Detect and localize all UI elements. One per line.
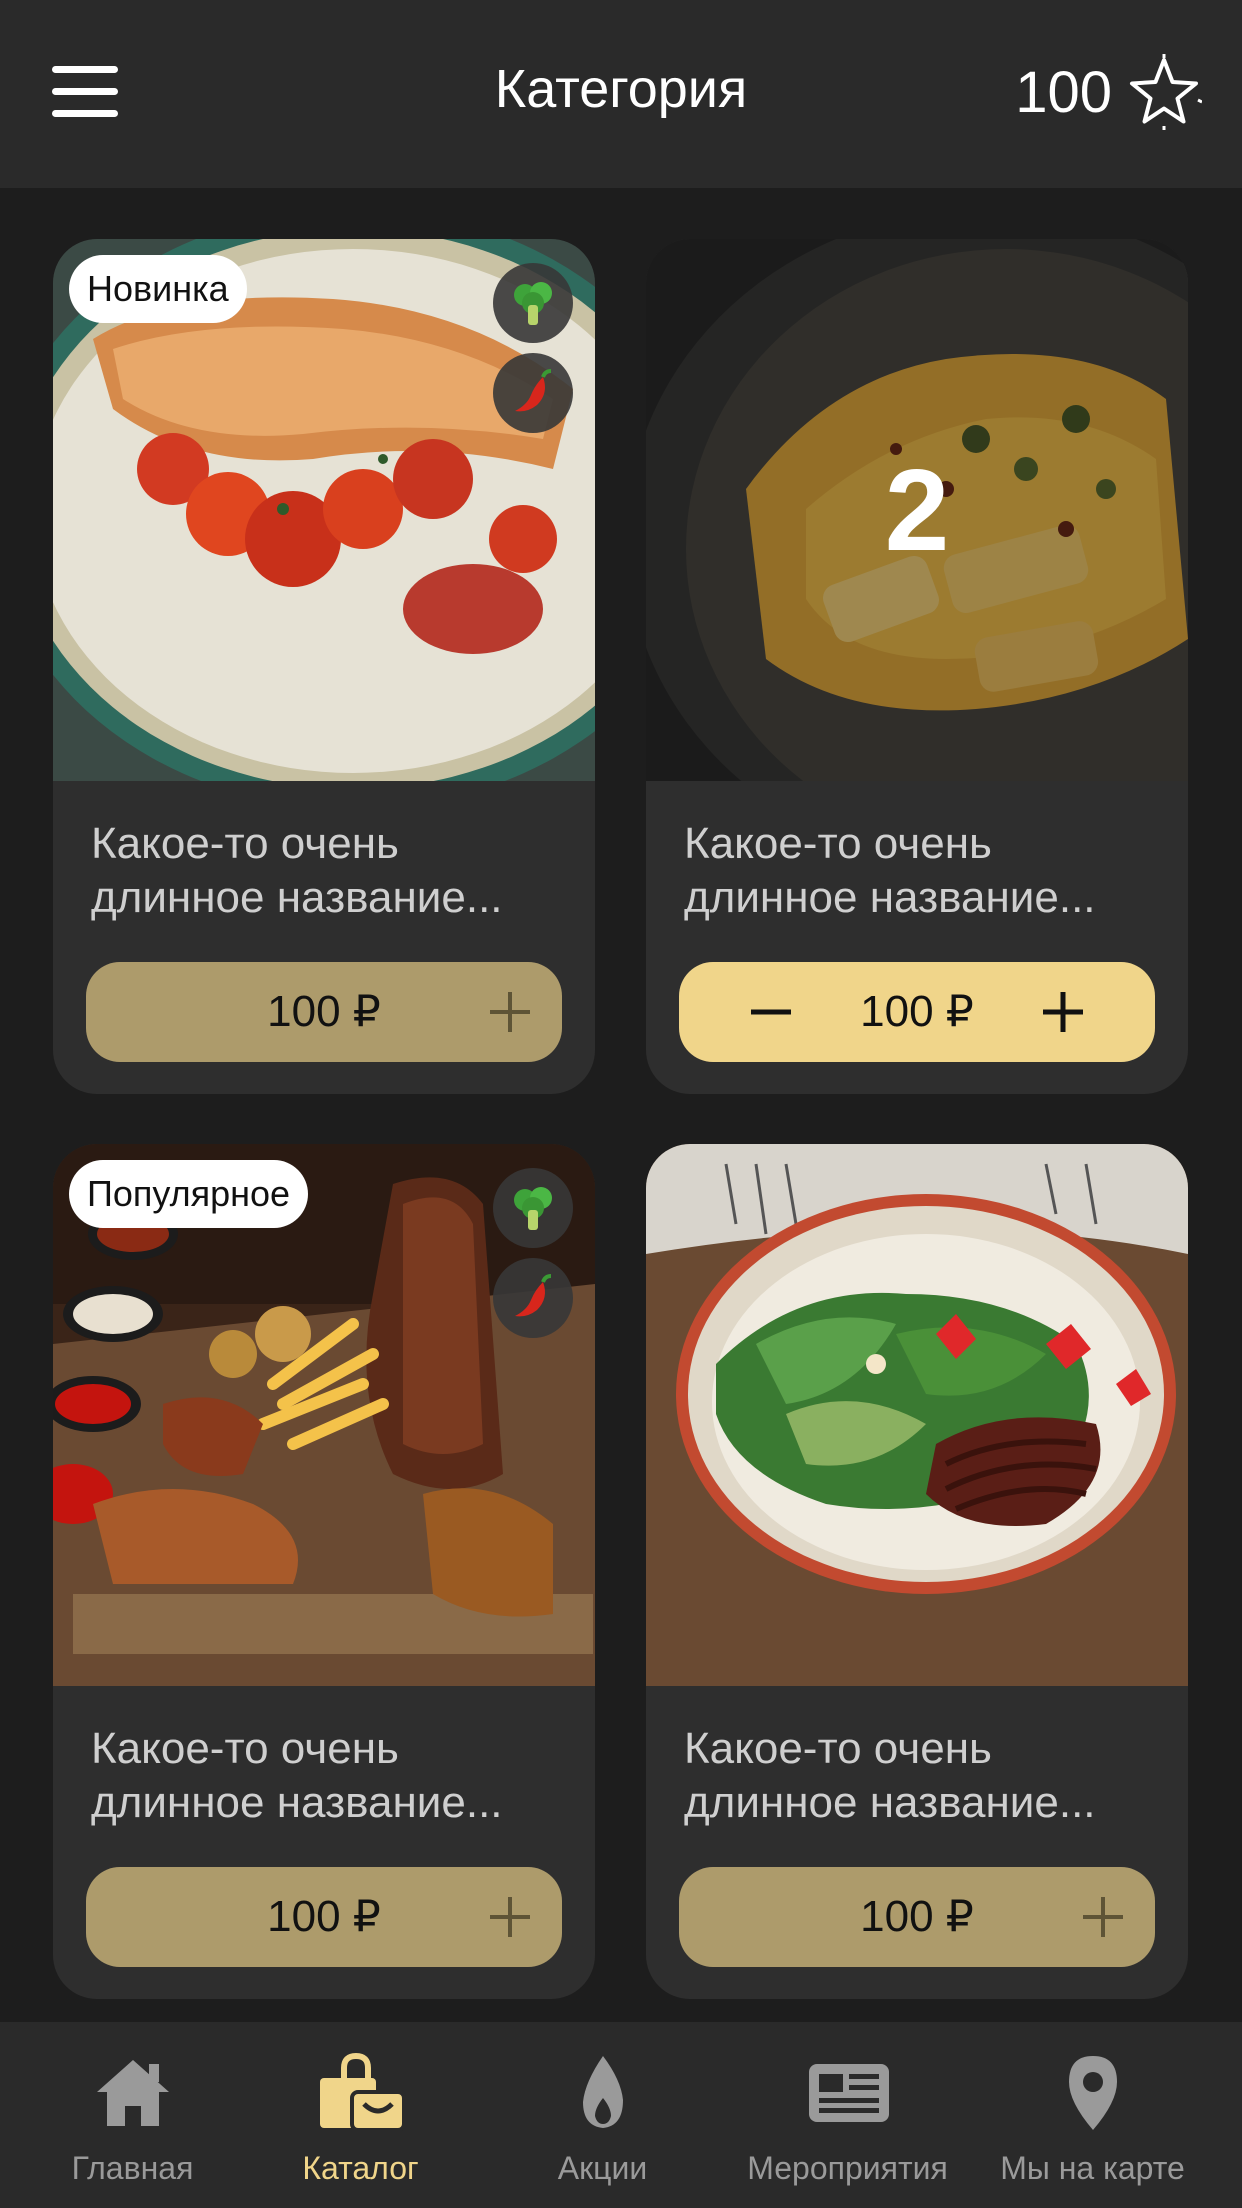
points-value: 100 [1015, 59, 1112, 125]
product-card[interactable]: Какое-то очень длинное название... 100 ₽ [646, 1144, 1188, 1999]
product-image[interactable] [646, 1144, 1188, 1686]
star-icon [1130, 54, 1202, 130]
product-name-line1: Какое-то очень [684, 819, 992, 868]
points-balance[interactable]: 100 [1015, 52, 1202, 132]
product-card[interactable]: 2 Какое-то очень длинное название... 100… [646, 239, 1188, 1094]
broccoli-icon [493, 1168, 573, 1248]
plus-icon [490, 1897, 530, 1937]
tab-label: Каталог [302, 2150, 419, 2186]
plus-icon[interactable] [1041, 990, 1085, 1034]
add-to-cart-button[interactable]: 100 ₽ [86, 962, 562, 1062]
tab-catalog[interactable]: Каталог [268, 2022, 453, 2208]
broccoli-icon [493, 263, 573, 343]
tab-map[interactable]: Мы на карте [985, 2022, 1200, 2208]
product-name-line2: длинное название... [684, 873, 1096, 922]
product-badge: Новинка [69, 255, 247, 323]
product-card[interactable]: Новинка Какое-то очень длинное название.… [53, 239, 595, 1094]
tab-label: Мы на карте [1000, 2150, 1185, 2186]
product-name: Какое-то очень длинное название... [684, 1722, 1150, 1830]
chili-pepper-icon [493, 1258, 573, 1338]
product-name-line1: Какое-то очень [91, 819, 399, 868]
quantity-stepper[interactable]: 100 ₽ [679, 962, 1155, 1062]
product-name-line1: Какое-то очень [684, 1724, 992, 1773]
tab-label: Мероприятия [747, 2150, 948, 2186]
product-name-line1: Какое-то очень [91, 1724, 399, 1773]
app-header: Категория 100 [0, 0, 1242, 188]
plus-icon [1083, 1897, 1123, 1937]
tab-label: Главная [71, 2150, 194, 2186]
product-name-line2: длинное название... [91, 1778, 503, 1827]
home-icon [96, 2060, 169, 2126]
product-image[interactable]: Новинка [53, 239, 595, 781]
product-name: Какое-то очень длинное название... [91, 1722, 557, 1830]
add-to-cart-button[interactable]: 100 ₽ [679, 1867, 1155, 1967]
newspaper-icon [808, 2064, 889, 2122]
product-name: Какое-то очень длинное название... [684, 817, 1150, 925]
bottom-tab-bar: Главная Каталог Акции Мероприятия Мы на … [0, 2022, 1242, 2208]
product-image[interactable]: 2 [646, 239, 1188, 781]
product-name: Какое-то очень длинное название... [91, 817, 557, 925]
chili-pepper-icon [493, 353, 573, 433]
shopping-bag-icon [319, 2052, 406, 2132]
add-to-cart-button[interactable]: 100 ₽ [86, 1867, 562, 1967]
tab-events[interactable]: Мероприятия [735, 2022, 960, 2208]
tab-home[interactable]: Главная [40, 2022, 225, 2208]
product-image[interactable]: Популярное [53, 1144, 595, 1686]
product-name-line2: длинное название... [684, 1778, 1096, 1827]
product-card[interactable]: Популярное Какое-то очень длинное назван… [53, 1144, 595, 1999]
tab-label: Акции [557, 2150, 648, 2186]
flame-icon [582, 2056, 623, 2128]
map-pin-icon [1068, 2056, 1117, 2130]
tab-promotions[interactable]: Акции [510, 2022, 695, 2208]
product-badge: Популярное [69, 1160, 309, 1228]
cart-quantity: 2 [646, 239, 1188, 781]
product-name-line2: длинное название... [91, 873, 503, 922]
plus-icon [490, 992, 530, 1032]
